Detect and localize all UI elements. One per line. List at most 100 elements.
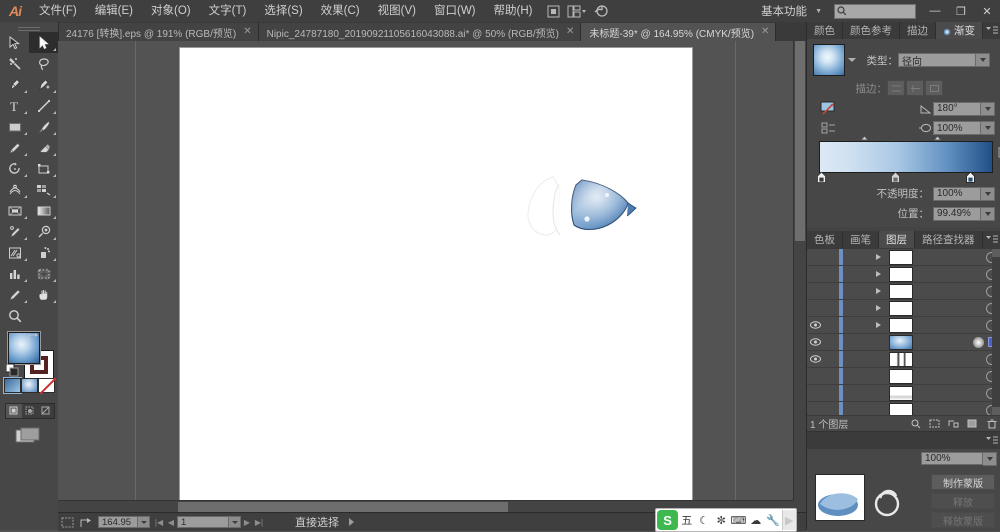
release-button[interactable]: 释放 [931,493,995,509]
layers-scroll-up-icon[interactable] [992,249,1000,257]
mesh-tool[interactable] [29,200,58,221]
menu-window[interactable]: 窗口(W) [425,0,485,22]
gradient-stop-1[interactable] [816,171,827,184]
direct-selection-tool[interactable] [29,32,58,53]
ime-settings-icon[interactable]: 🔧 [764,510,781,530]
zoom-tool[interactable] [0,305,29,326]
locate-object-icon[interactable] [906,416,925,431]
layer-expand-arrow-icon[interactable] [869,253,887,261]
zoom-level-value[interactable]: 164.95 [98,516,138,528]
next-page-icon[interactable]: ▶ [241,518,253,527]
close-icon[interactable]: ✕ [761,27,769,37]
hand-tool[interactable] [29,284,58,305]
table-row[interactable] [807,351,1000,368]
tab-stroke[interactable]: 描边 [900,22,936,39]
workspace-caret-icon[interactable]: ▼ [815,8,822,15]
prev-page-icon[interactable]: ◀ [165,518,177,527]
layer-expand-arrow-icon[interactable] [869,304,887,312]
menu-type[interactable]: 文字(T) [200,0,256,22]
tab-color-guide[interactable]: 颜色参考 [843,22,900,39]
minimize-button[interactable]: — [922,1,948,21]
gradient-opacity-value[interactable]: 100% [933,186,981,201]
stroke-within-button[interactable] [887,80,905,96]
document-tab-3[interactable]: 未标题-39* @ 164.95% (CMYK/预览) ✕ [581,23,777,41]
column-graph-tool[interactable] [0,263,29,284]
gradient-type-dropdown-icon[interactable] [976,53,990,67]
gradient-type-value[interactable]: 径向 [898,53,976,68]
default-fill-stroke-icon[interactable] [5,363,20,378]
page-number-control[interactable]: 1 [177,513,241,531]
gradient-midpoint-2[interactable] [932,134,943,141]
shape-builder-tool[interactable] [29,179,58,200]
create-sublayer-icon[interactable] [944,416,963,431]
close-button[interactable]: ✕ [974,1,1000,21]
layer-visibility-toggle[interactable] [807,338,824,346]
last-page-icon[interactable]: ▶| [253,518,265,527]
appearance-opacity-dropdown-icon[interactable] [983,451,997,466]
stroke-along-button[interactable] [906,80,924,96]
gradient-location-dropdown-icon[interactable] [981,206,995,221]
tab-color[interactable]: 颜色 [807,22,843,39]
layer-target-circle[interactable] [973,336,984,348]
pencil-tool[interactable] [0,137,29,158]
add-anchor-point-tool[interactable] [29,74,58,95]
layers-scrollbar[interactable] [992,249,1000,415]
gradient-tool[interactable] [0,221,29,242]
tab-layers[interactable]: 图层 [879,231,915,248]
first-page-icon[interactable]: |◀ [153,518,165,527]
gradient-angle-value[interactable]: 180° [933,101,981,116]
magic-wand-tool[interactable] [0,53,29,74]
document-tab-1[interactable]: 24176 [转换].eps @ 191% (RGB/预览) ✕ [58,23,259,41]
perspective-grid-tool[interactable] [0,200,29,221]
gradient-location-value[interactable]: 99.49% [933,206,981,221]
color-fill-mode-button[interactable] [21,378,38,393]
canvas-area[interactable] [58,41,806,512]
menu-file[interactable]: 文件(F) [30,0,86,22]
tab-pathfinder[interactable]: 路径查找器 [915,231,983,248]
arrange-documents-icon[interactable] [566,0,588,22]
gradient-stop-3[interactable] [965,171,976,184]
page-number-dropdown-icon[interactable] [229,516,241,528]
draw-behind-button[interactable] [22,404,38,418]
symbol-thumbnail[interactable] [815,474,865,521]
layers-list[interactable] [807,248,1000,415]
artboard-tool[interactable] [29,263,58,284]
draw-inside-button[interactable] [38,404,54,418]
gradient-stop-2[interactable] [890,171,901,184]
layer-visibility-toggle[interactable] [807,321,824,329]
table-row[interactable] [807,317,1000,334]
tab-gradient[interactable]: 渐变 [936,22,983,39]
ime-cloud-icon[interactable]: ☁ [747,510,764,530]
table-row[interactable] [807,266,1000,283]
change-screen-mode-button[interactable] [14,426,42,444]
share-icon[interactable] [77,513,96,531]
vertical-scrollbar[interactable] [793,41,806,512]
vertical-scrollbar-thumb[interactable] [795,41,805,241]
gradient-panel-menu-icon[interactable] [983,22,1000,39]
layer-expand-arrow-icon[interactable] [869,321,887,329]
layer-expand-arrow-icon[interactable] [869,287,887,295]
search-input[interactable] [834,3,916,19]
eyedropper-tool[interactable] [29,221,58,242]
tools-panel-grip[interactable] [0,22,58,32]
draw-normal-button[interactable] [6,404,22,418]
artboard[interactable] [180,48,692,512]
ime-punctuation-icon[interactable]: ✼ [713,510,730,530]
selection-tool[interactable] [0,32,29,53]
ime-input-mode[interactable]: 五 [678,510,695,530]
swap-fill-stroke-icon[interactable] [26,332,48,344]
menu-effect[interactable]: 效果(C) [312,0,369,22]
blue-cone-shape[interactable] [568,175,643,237]
close-icon[interactable]: ✕ [243,27,251,37]
gradient-preview-swatch[interactable] [813,44,845,76]
ime-keyboard-icon[interactable]: ⌨ [730,510,747,530]
ime-expand-icon[interactable]: ▶ [781,510,796,530]
table-row[interactable] [807,283,1000,300]
table-row[interactable] [807,334,1000,351]
table-row[interactable] [807,249,1000,266]
release-mask-button[interactable]: 释放蒙版 [931,512,995,528]
tab-swatches[interactable]: 色板 [807,231,843,248]
symbol-sprayer-tool[interactable] [29,242,58,263]
ime-toolbar[interactable]: S 五 ☾ ✼ ⌨ ☁ 🔧 ▶ [655,508,797,532]
pen-tool[interactable] [0,74,29,95]
